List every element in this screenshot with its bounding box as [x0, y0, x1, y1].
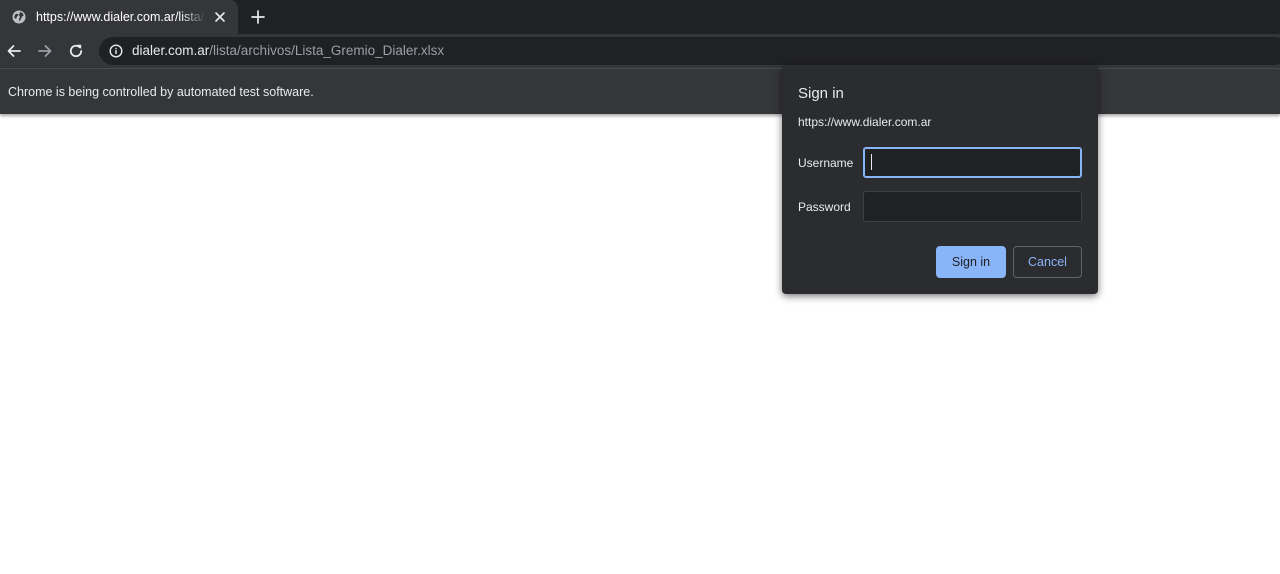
signin-dialog: Sign in https://www.dialer.com.ar Userna… — [782, 66, 1098, 294]
address-bar[interactable]: dialer.com.ar/lista/archivos/Lista_Gremi… — [99, 37, 1280, 65]
browser-tab[interactable]: https://www.dialer.com.ar/lista/archivos… — [0, 0, 238, 34]
reload-icon[interactable] — [67, 42, 85, 60]
infobar-message: Chrome is being controlled by automated … — [8, 85, 314, 99]
dialog-origin: https://www.dialer.com.ar — [798, 115, 932, 129]
close-icon[interactable] — [212, 9, 228, 25]
globe-icon — [12, 10, 26, 24]
sign-in-button[interactable]: Sign in — [936, 246, 1006, 278]
new-tab-icon[interactable] — [249, 8, 267, 26]
cancel-button[interactable]: Cancel — [1013, 246, 1082, 278]
username-label: Username — [798, 156, 854, 170]
info-icon[interactable] — [109, 44, 123, 58]
password-input[interactable] — [863, 191, 1082, 222]
forward-arrow-icon[interactable] — [36, 42, 54, 60]
address-url[interactable]: dialer.com.ar/lista/archivos/Lista_Gremi… — [132, 43, 444, 59]
dialog-title: Sign in — [798, 85, 844, 102]
tab-strip: https://www.dialer.com.ar/lista/archivos… — [0, 0, 1280, 34]
url-host: dialer.com.ar — [132, 43, 210, 58]
toolbar: dialer.com.ar/lista/archivos/Lista_Gremi… — [0, 34, 1280, 68]
url-path: /lista/archivos/Lista_Gremio_Dialer.xlsx — [209, 43, 445, 58]
username-input[interactable] — [863, 147, 1082, 178]
password-label: Password — [798, 200, 851, 214]
tab-title: https://www.dialer.com.ar/lista/archivos… — [36, 10, 206, 24]
text-caret — [871, 154, 872, 170]
back-arrow-icon[interactable] — [5, 42, 23, 60]
